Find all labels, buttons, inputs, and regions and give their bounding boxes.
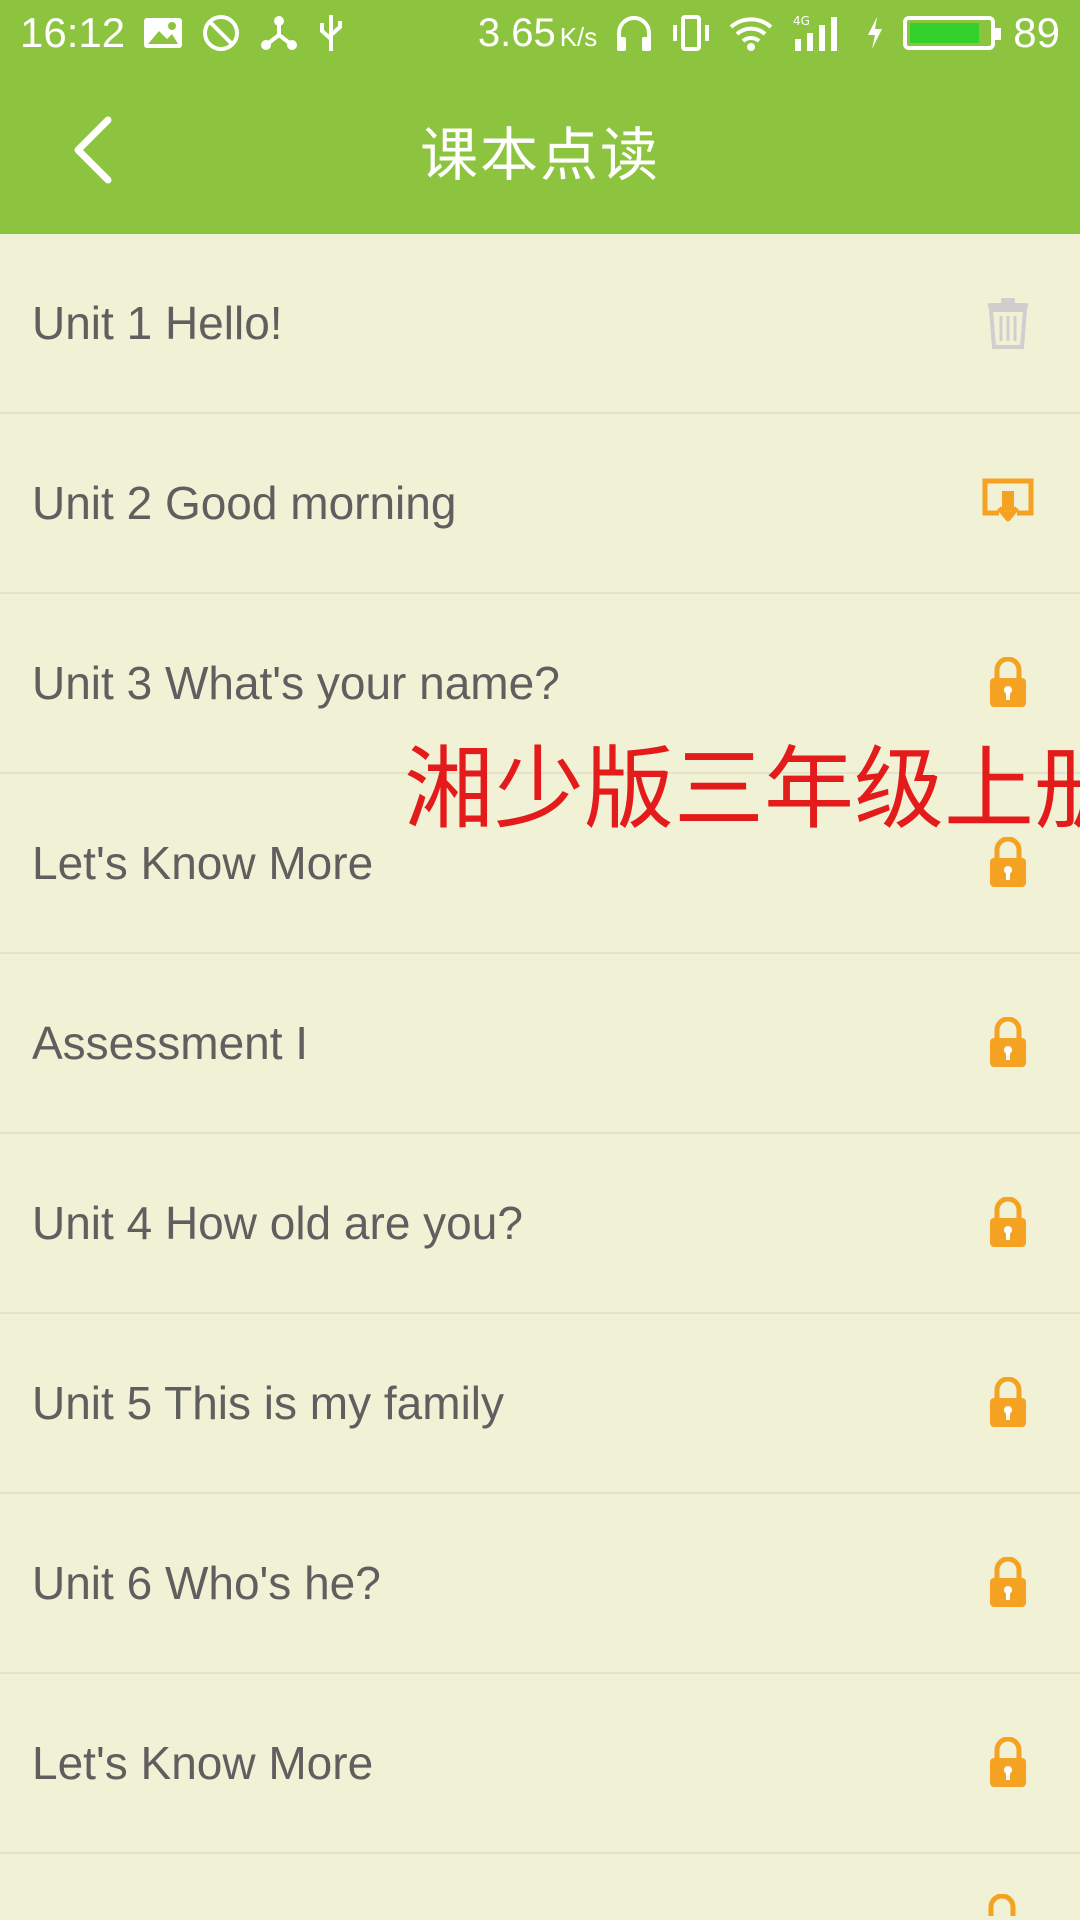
lock-icon[interactable]	[978, 833, 1038, 893]
signal-4g-icon: 4G	[791, 13, 847, 53]
lesson-title: Unit 1 Hello!	[32, 297, 283, 349]
list-item[interactable]: Unit 2 Good morning	[0, 414, 1080, 594]
list-item[interactable]: Unit 4 How old are you?	[0, 1134, 1080, 1314]
list-item[interactable]: Unit 6 Who's he?	[0, 1494, 1080, 1674]
network-speed: 3.65 K/s	[478, 11, 597, 56]
list-item[interactable]: Let's Know More	[0, 1674, 1080, 1854]
network-speed-value: 3.65	[477, 10, 556, 55]
lesson-title: Unit 3 What's your name?	[32, 657, 560, 709]
lesson-title: Let's Know More	[32, 1737, 374, 1789]
lesson-title: Unit 5 This is my family	[32, 1377, 505, 1429]
status-time: 16:12	[20, 9, 126, 56]
download-icon[interactable]	[978, 473, 1038, 533]
status-bar: 16:12 3.65 K/s 4G 89	[0, 0, 1080, 66]
page-title: 课本点读	[419, 123, 660, 188]
lock-icon	[982, 1894, 1032, 1920]
lock-icon[interactable]	[978, 1553, 1038, 1613]
lesson-title: Unit 2 Good morning	[32, 477, 457, 529]
lock-icon[interactable]	[978, 1013, 1038, 1073]
network-speed-unit: K/s	[559, 21, 598, 52]
lesson-title: Unit 4 How old are you?	[32, 1197, 523, 1249]
app-bar: 课本点读	[0, 66, 1080, 234]
chevron-left-icon	[74, 116, 112, 184]
list-item[interactable]: Unit 5 This is my family	[0, 1314, 1080, 1494]
share-nodes-icon	[259, 13, 299, 53]
svg-text:4G: 4G	[793, 14, 810, 28]
image-icon	[143, 17, 183, 49]
lesson-title: Assessment I	[32, 1017, 309, 1069]
usb-icon	[317, 13, 345, 53]
lock-icon[interactable]	[978, 1373, 1038, 1433]
lock-icon[interactable]	[978, 653, 1038, 713]
lock-icon[interactable]	[978, 1193, 1038, 1253]
wifi-icon	[729, 15, 773, 51]
lesson-title: Unit 6 Who's he?	[32, 1557, 381, 1609]
overlay-caption: 湘少版三年级上册	[404, 737, 1080, 842]
headphones-icon	[615, 13, 653, 53]
do-not-disturb-icon	[201, 13, 241, 53]
list-item[interactable]: Assessment I	[0, 954, 1080, 1134]
charging-icon	[865, 15, 885, 51]
list-item[interactable]: Unit 1 Hello!	[0, 234, 1080, 414]
lesson-title: Let's Know More	[32, 837, 374, 889]
battery-percentage: 89	[1013, 9, 1060, 56]
lesson-list: Unit 1 Hello! Unit 2 Good morning Unit 3…	[0, 234, 1080, 1854]
trash-icon[interactable]	[978, 293, 1038, 353]
back-button[interactable]	[52, 110, 132, 190]
vibrate-icon	[671, 13, 711, 53]
battery-icon	[903, 16, 1002, 50]
lock-icon[interactable]	[978, 1733, 1038, 1793]
battery-fill	[910, 23, 980, 43]
